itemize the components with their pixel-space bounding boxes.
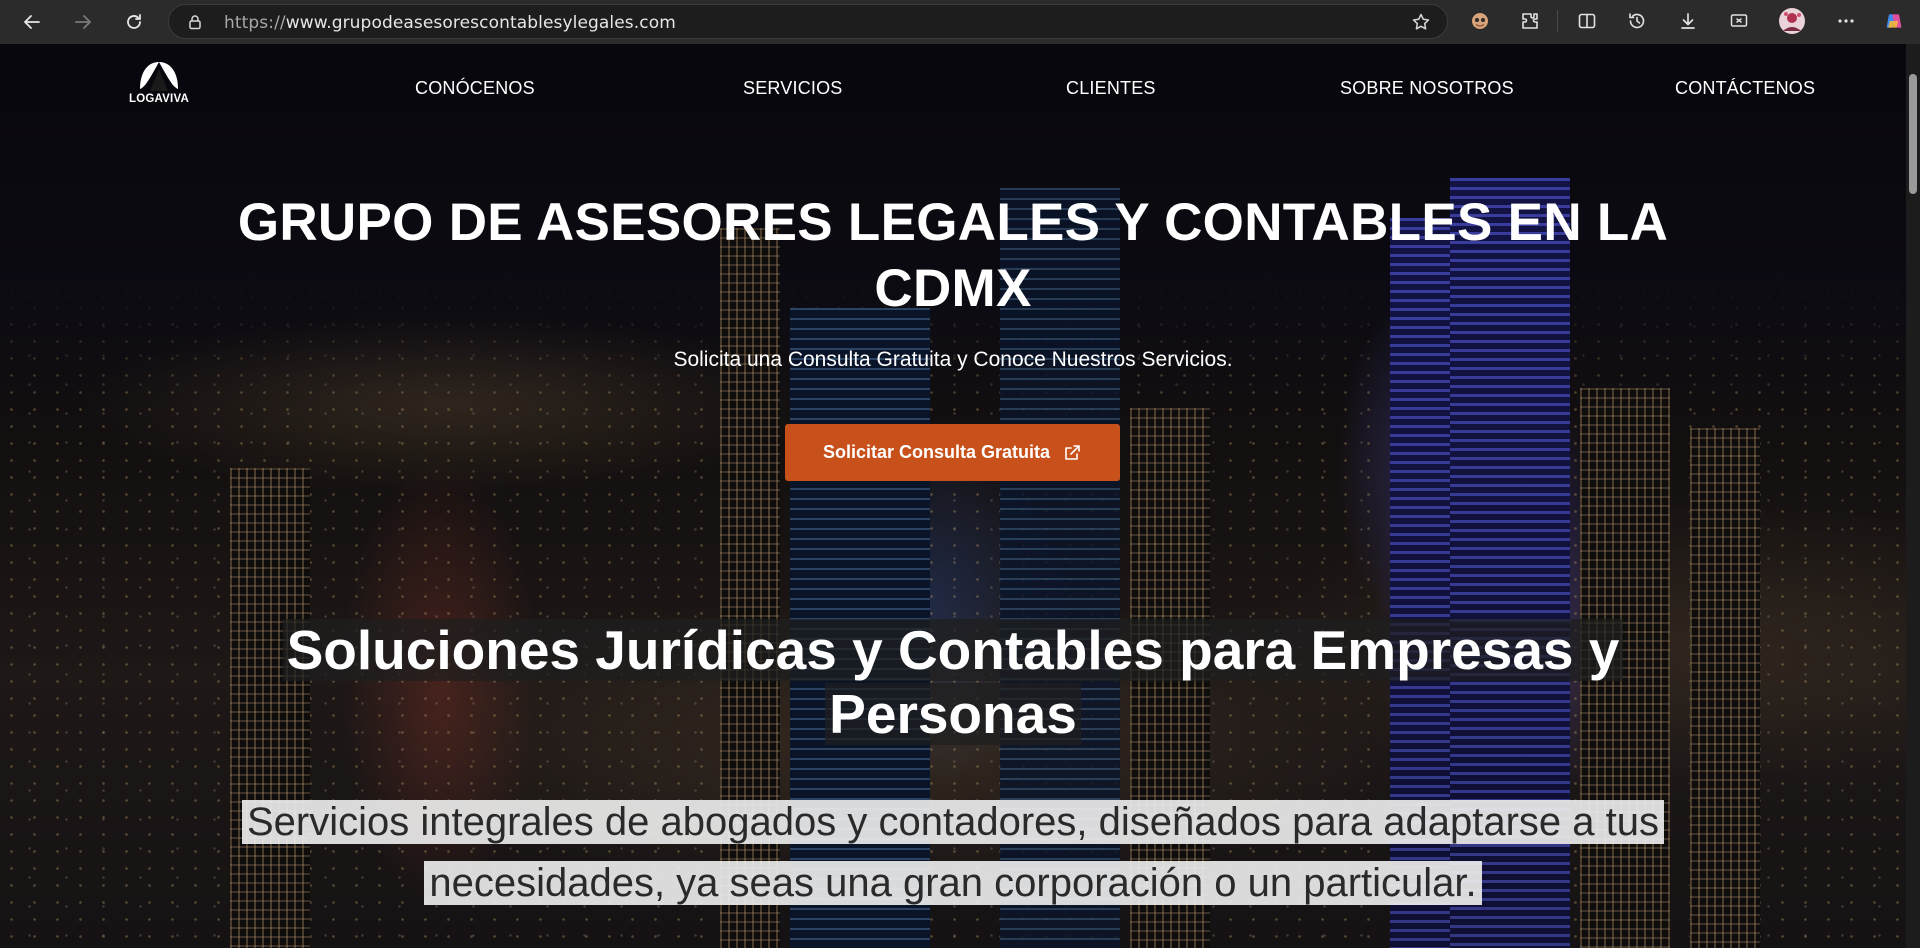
logo-text: LOGAVIVA bbox=[129, 93, 189, 105]
history-icon[interactable] bbox=[1625, 9, 1649, 33]
nav-link-clientes[interactable]: CLIENTES bbox=[1066, 78, 1156, 99]
nav-link-conocenos[interactable]: CONÓCENOS bbox=[415, 78, 535, 99]
site-navbar: LOGAVIVA CONÓCENOS SERVICIOS CLIENTES SO… bbox=[0, 44, 1920, 132]
section-description-text: Servicios integrales de abogados y conta… bbox=[241, 800, 1664, 905]
hero-subtitle: Solicita una Consulta Gratuita y Conoce … bbox=[673, 348, 1233, 371]
copilot-icon[interactable] bbox=[1882, 9, 1906, 33]
address-bar[interactable]: https://www.grupodeasesorescontablesyleg… bbox=[168, 4, 1448, 39]
profile-extension-icon[interactable] bbox=[1468, 9, 1492, 33]
section-description: Servicios integrales de abogados y conta… bbox=[230, 792, 1676, 914]
back-button[interactable] bbox=[14, 4, 50, 40]
hero-title: GRUPO DE ASESORES LEGALES Y CONTABLES EN… bbox=[237, 193, 1669, 318]
lock-icon[interactable] bbox=[187, 14, 203, 30]
screenshot-icon[interactable] bbox=[1727, 9, 1751, 33]
url-scheme: https:// bbox=[224, 13, 286, 33]
split-screen-icon[interactable] bbox=[1575, 9, 1599, 33]
toolbar-divider bbox=[1557, 10, 1558, 32]
nav-link-contactenos[interactable]: CONTÁCTENOS bbox=[1675, 78, 1815, 99]
extensions-icon[interactable] bbox=[1518, 9, 1542, 33]
nav-link-servicios[interactable]: SERVICIOS bbox=[743, 78, 843, 99]
url-host: www.grupodeasesorescontablesylegales.com bbox=[285, 13, 676, 33]
more-icon[interactable] bbox=[1834, 9, 1858, 33]
nav-link-sobre-nosotros[interactable]: SOBRE NOSOTROS bbox=[1340, 78, 1514, 99]
section-title: Soluciones Jurídicas y Contables para Em… bbox=[200, 618, 1706, 746]
avatar[interactable] bbox=[1778, 7, 1806, 35]
star-icon[interactable] bbox=[1411, 12, 1431, 32]
refresh-icon bbox=[127, 14, 141, 29]
browser-toolbar: https://www.grupodeasesorescontablesyleg… bbox=[0, 0, 1920, 44]
cta-label: Solicitar Consulta Gratuita bbox=[822, 442, 1051, 462]
forward-button[interactable] bbox=[65, 4, 101, 40]
page-scrollbar[interactable] bbox=[1906, 44, 1920, 948]
downloads-icon[interactable] bbox=[1676, 9, 1700, 33]
page-viewport: LOGAVIVA CONÓCENOS SERVICIOS CLIENTES SO… bbox=[0, 44, 1920, 948]
scrollbar-thumb[interactable] bbox=[1909, 74, 1917, 194]
section-title-text: Soluciones Jurídicas y Contables para Em… bbox=[282, 619, 1624, 745]
refresh-button[interactable] bbox=[116, 4, 152, 40]
logo-mark-icon bbox=[140, 62, 178, 91]
forward-icon bbox=[75, 15, 91, 29]
external-link-icon bbox=[1065, 444, 1080, 460]
request-consultation-button[interactable]: Solicitar Consulta Gratuita bbox=[785, 424, 1120, 481]
url-text[interactable]: https://www.grupodeasesorescontablesyleg… bbox=[224, 13, 676, 33]
back-icon bbox=[24, 15, 40, 29]
site-logo[interactable]: LOGAVIVA bbox=[126, 61, 192, 109]
